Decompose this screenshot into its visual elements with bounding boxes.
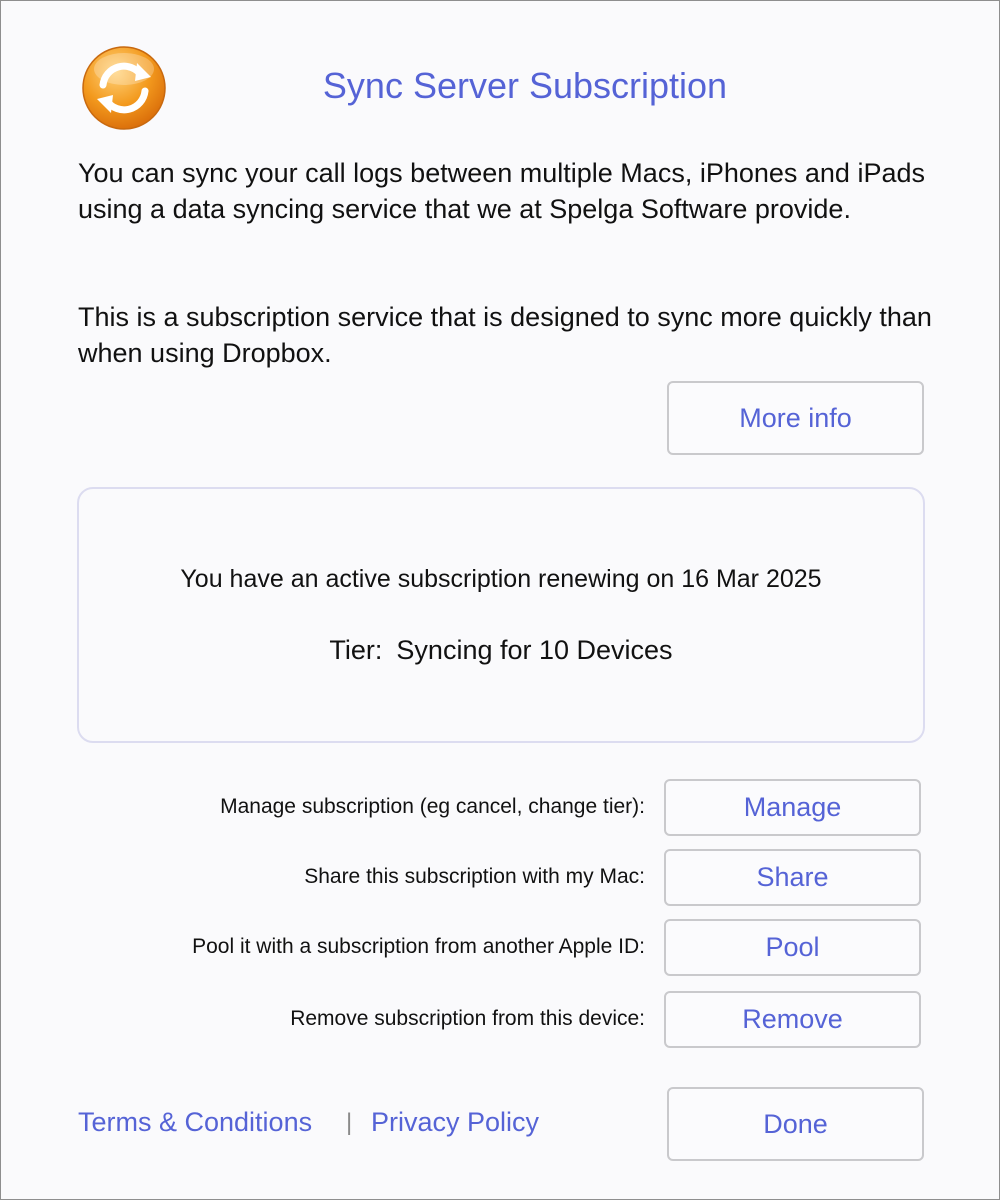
tier-label: Tier: [329, 635, 383, 665]
pool-subscription-label: Pool it with a subscription from another… [192, 935, 645, 958]
intro-paragraph-1: You can sync your call logs between mult… [78, 158, 925, 224]
footer-separator: | [346, 1109, 353, 1136]
more-info-button[interactable]: More info [667, 381, 924, 455]
remove-button[interactable]: Remove [664, 991, 921, 1048]
remove-subscription-label: Remove subscription from this device: [290, 1007, 645, 1030]
renewal-status-text: You have an active subscription renewing… [180, 565, 822, 593]
share-button[interactable]: Share [664, 849, 921, 906]
terms-conditions-link[interactable]: Terms & Conditions [78, 1107, 312, 1138]
tier-line: Tier: Syncing for 10 Devices [79, 635, 923, 666]
manage-subscription-label: Manage subscription (eg cancel, change t… [220, 795, 645, 818]
done-button[interactable]: Done [667, 1087, 924, 1161]
tier-value: Syncing for 10 Devices [396, 635, 673, 665]
manage-button[interactable]: Manage [664, 779, 921, 836]
intro-paragraph-2: This is a subscription service that is d… [78, 302, 932, 368]
subscription-status-panel: You have an active subscription renewing… [77, 487, 925, 743]
page-title: Sync Server Subscription [322, 65, 728, 106]
pool-button[interactable]: Pool [664, 919, 921, 976]
subscription-window: Sync Server Subscription You can sync yo… [0, 0, 1000, 1200]
share-subscription-label: Share this subscription with my Mac: [304, 865, 645, 888]
privacy-policy-link[interactable]: Privacy Policy [371, 1107, 539, 1138]
